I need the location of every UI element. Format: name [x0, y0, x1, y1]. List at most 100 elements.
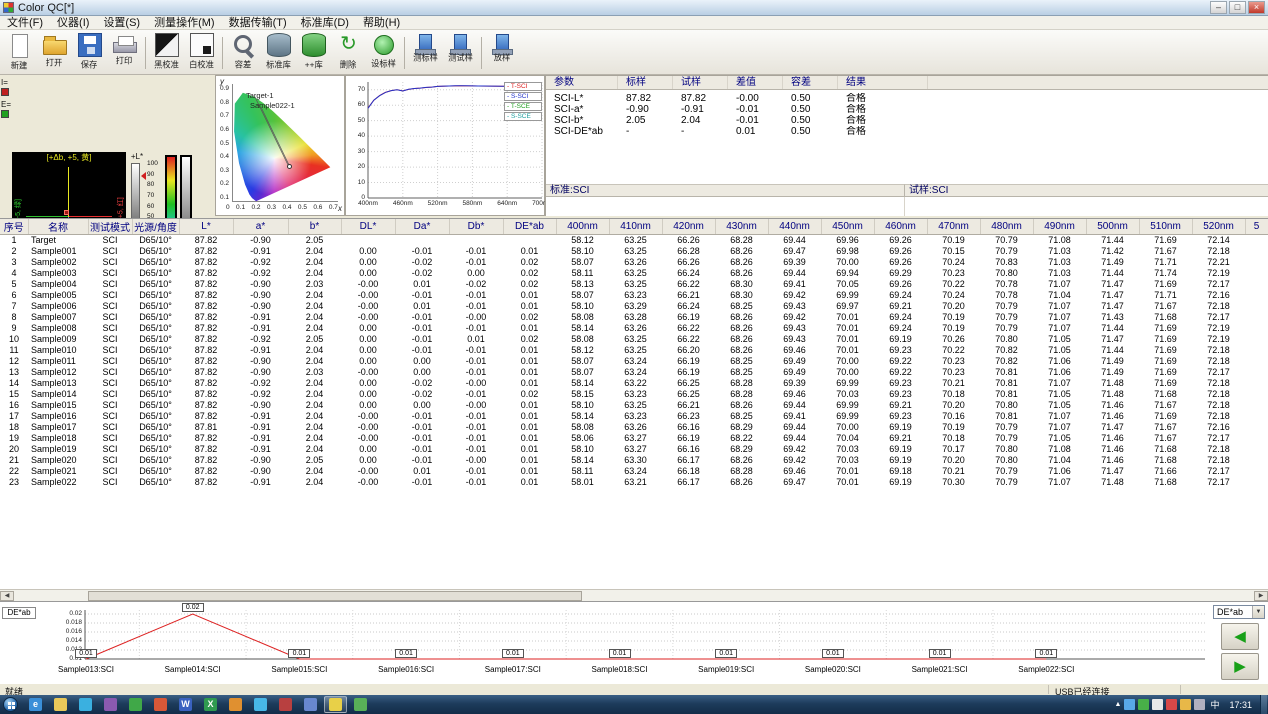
- horizontal-scrollbar[interactable]: ◀ ▶: [0, 589, 1268, 601]
- column-header[interactable]: 420nm: [662, 219, 715, 235]
- taskbar-app-button[interactable]: [124, 696, 147, 713]
- table-row[interactable]: 3Sample002SCID65/10°87.82-0.922.040.00-0…: [0, 257, 1268, 268]
- append-library-button[interactable]: ++库: [296, 32, 331, 74]
- table-row[interactable]: 15Sample014SCID65/10°87.82-0.922.040.00-…: [0, 389, 1268, 400]
- table-row[interactable]: 19Sample018SCID65/10°87.82-0.912.04-0.00…: [0, 433, 1268, 444]
- tray-icon[interactable]: [1124, 699, 1135, 710]
- column-header[interactable]: 430nm: [715, 219, 768, 235]
- standard-library-button[interactable]: 标准库: [261, 32, 296, 74]
- taskbar-colorqc-button[interactable]: [324, 696, 347, 713]
- table-row[interactable]: 8Sample007SCID65/10°87.82-0.912.04-0.00-…: [0, 312, 1268, 323]
- taskbar-app-button[interactable]: [349, 696, 372, 713]
- tray-icon[interactable]: [1138, 699, 1149, 710]
- table-row[interactable]: 14Sample013SCID65/10°87.82-0.922.040.00-…: [0, 378, 1268, 389]
- table-row[interactable]: 13Sample012SCID65/10°87.82-0.902.03-0.00…: [0, 367, 1268, 378]
- legend-item[interactable]: - T-SCE: [504, 102, 542, 111]
- taskbar-excel-button[interactable]: X: [199, 696, 222, 713]
- taskbar-app-button[interactable]: [274, 696, 297, 713]
- table-row[interactable]: 20Sample019SCID65/10°87.82-0.912.040.00-…: [0, 444, 1268, 455]
- open-file-button[interactable]: 打开: [37, 32, 72, 74]
- menu-item[interactable]: 文件(F): [0, 16, 50, 29]
- column-header[interactable]: L*: [179, 219, 233, 235]
- print-button[interactable]: 打印: [107, 32, 142, 74]
- table-row[interactable]: 17Sample016SCID65/10°87.82-0.912.04-0.00…: [0, 411, 1268, 422]
- column-header[interactable]: 470nm: [927, 219, 980, 235]
- taskbar-app-button[interactable]: [149, 696, 172, 713]
- previous-sample-button[interactable]: ◀: [1221, 623, 1259, 650]
- tray-icon[interactable]: [1166, 699, 1177, 710]
- column-header[interactable]: 490nm: [1033, 219, 1086, 235]
- table-row[interactable]: 7Sample006SCID65/10°87.82-0.902.04-0.000…: [0, 301, 1268, 312]
- legend-item[interactable]: - S-SCI: [504, 92, 542, 101]
- table-row[interactable]: 2Sample001SCID65/10°87.82-0.912.040.00-0…: [0, 246, 1268, 257]
- load-sample-button[interactable]: 放样: [485, 32, 520, 74]
- column-header[interactable]: Da*: [395, 219, 449, 235]
- column-header[interactable]: 测试模式: [88, 219, 132, 235]
- table-row[interactable]: 1TargetSCID65/10°87.82-0.902.0558.1263.2…: [0, 235, 1268, 247]
- taskbar-app-button[interactable]: [299, 696, 322, 713]
- column-header[interactable]: 450nm: [821, 219, 874, 235]
- save-button[interactable]: 保存: [72, 32, 107, 74]
- table-row[interactable]: 16Sample015SCID65/10°87.82-0.902.040.000…: [0, 400, 1268, 411]
- delete-button[interactable]: 删除: [331, 32, 366, 74]
- menu-item[interactable]: 帮助(H): [356, 16, 407, 29]
- column-header[interactable]: 460nm: [874, 219, 927, 235]
- legend-item[interactable]: - S-SCE: [504, 112, 542, 121]
- column-header[interactable]: 480nm: [980, 219, 1033, 235]
- table-row[interactable]: 11Sample010SCID65/10°87.82-0.912.040.00-…: [0, 345, 1268, 356]
- column-header[interactable]: 名称: [28, 219, 88, 235]
- table-row[interactable]: 6Sample005SCID65/10°87.82-0.902.04-0.00-…: [0, 290, 1268, 301]
- new-file-button[interactable]: 新建: [2, 32, 37, 74]
- white-calibration-button[interactable]: 白校准: [184, 32, 219, 74]
- column-header[interactable]: 400nm: [556, 219, 609, 235]
- menu-item[interactable]: 仪器(I): [50, 16, 96, 29]
- taskbar-qq-button[interactable]: [249, 696, 272, 713]
- tray-icon[interactable]: [1194, 699, 1205, 710]
- column-header[interactable]: DL*: [341, 219, 395, 235]
- column-header[interactable]: 510nm: [1139, 219, 1192, 235]
- ime-indicator[interactable]: 中: [1208, 698, 1221, 711]
- tray-icon[interactable]: [1180, 699, 1191, 710]
- next-sample-button[interactable]: ▶: [1221, 653, 1259, 680]
- measure-standard-button[interactable]: 测标样: [408, 32, 443, 74]
- column-header[interactable]: 光源/角度: [132, 219, 179, 235]
- tolerance-button[interactable]: 容差: [226, 32, 261, 74]
- menu-item[interactable]: 标准库(D): [294, 16, 356, 29]
- measure-sample-button[interactable]: 测试样: [443, 32, 478, 74]
- scroll-right-arrow[interactable]: ▶: [1254, 591, 1268, 601]
- column-header[interactable]: b*: [288, 219, 341, 235]
- table-row[interactable]: 4Sample003SCID65/10°87.82-0.922.040.00-0…: [0, 268, 1268, 279]
- column-header[interactable]: DE*ab: [503, 219, 556, 235]
- table-row[interactable]: 9Sample008SCID65/10°87.82-0.912.040.00-0…: [0, 323, 1268, 334]
- menu-item[interactable]: 测量操作(M): [147, 16, 222, 29]
- close-button[interactable]: ×: [1248, 1, 1265, 14]
- column-header[interactable]: Db*: [449, 219, 503, 235]
- table-row[interactable]: 22Sample021SCID65/10°87.82-0.902.04-0.00…: [0, 466, 1268, 477]
- set-standard-button[interactable]: 设标样: [366, 32, 401, 74]
- taskbar-app-button[interactable]: [99, 696, 122, 713]
- column-header[interactable]: 5: [1245, 219, 1268, 235]
- table-row[interactable]: 12Sample011SCID65/10°87.82-0.902.040.000…: [0, 356, 1268, 367]
- menu-item[interactable]: 设置(S): [96, 16, 147, 29]
- trend-metric-selector[interactable]: DE*ab ▼: [1213, 605, 1265, 619]
- column-header[interactable]: 500nm: [1086, 219, 1139, 235]
- taskbar-explorer-button[interactable]: [49, 696, 72, 713]
- column-header[interactable]: a*: [233, 219, 288, 235]
- column-header[interactable]: 520nm: [1192, 219, 1245, 235]
- column-header[interactable]: 410nm: [609, 219, 662, 235]
- table-row[interactable]: 5Sample004SCID65/10°87.82-0.902.03-0.000…: [0, 279, 1268, 290]
- table-row[interactable]: 21Sample020SCID65/10°87.82-0.902.050.00-…: [0, 455, 1268, 466]
- maximize-button[interactable]: □: [1229, 1, 1246, 14]
- start-button[interactable]: [3, 697, 18, 712]
- column-header[interactable]: 序号: [0, 219, 28, 235]
- tray-expand-icon[interactable]: ▲: [1115, 701, 1122, 708]
- menu-item[interactable]: 数据传输(T): [222, 16, 294, 29]
- tray-icon[interactable]: [1152, 699, 1163, 710]
- table-row[interactable]: 10Sample009SCID65/10°87.82-0.922.050.00-…: [0, 334, 1268, 345]
- scrollbar-thumb[interactable]: [88, 591, 582, 601]
- taskbar-ie-button[interactable]: e: [24, 696, 47, 713]
- minimize-button[interactable]: –: [1210, 1, 1227, 14]
- scroll-left-arrow[interactable]: ◀: [0, 591, 14, 601]
- taskbar-word-button[interactable]: W: [174, 696, 197, 713]
- taskbar-media-button[interactable]: [74, 696, 97, 713]
